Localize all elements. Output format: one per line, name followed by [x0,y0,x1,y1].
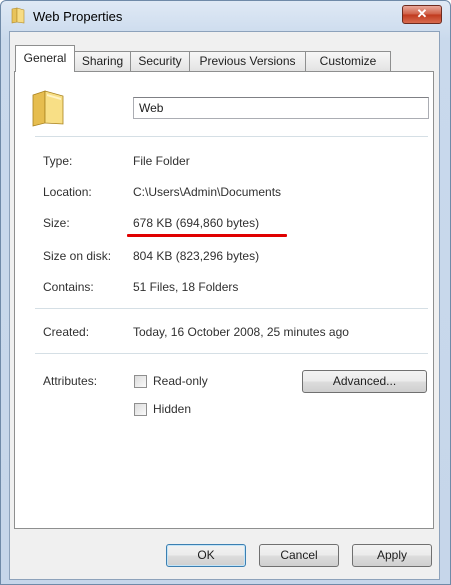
highlight-underline [127,234,287,237]
title-bar[interactable]: Web Properties ✕ [1,1,450,31]
separator [35,353,428,354]
size-on-disk-label: Size on disk: [43,249,112,263]
location-label: Location: [43,185,92,199]
close-icon: ✕ [416,6,428,21]
advanced-button[interactable]: Advanced... [302,370,427,393]
location-value: C:\Users\Admin\Documents [133,185,282,199]
folder-name-input[interactable]: Web [133,97,429,119]
readonly-label[interactable]: Read-only [153,374,208,388]
tab-sharing[interactable]: Sharing [74,51,131,71]
window-title: Web Properties [33,9,123,24]
separator [35,308,428,309]
folder-icon [32,90,64,127]
tab-security[interactable]: Security [130,51,190,71]
contains-value: 51 Files, 18 Folders [133,280,239,294]
contains-label: Contains: [43,280,94,294]
ok-button[interactable]: OK [166,544,246,567]
size-label: Size: [43,216,70,230]
attributes-label: Attributes: [43,374,98,388]
close-button[interactable]: ✕ [402,5,442,24]
type-value: File Folder [133,154,190,168]
type-label: Type: [43,154,73,168]
hidden-label[interactable]: Hidden [153,402,191,416]
hidden-checkbox[interactable] [134,403,147,416]
folder-icon [11,7,25,24]
separator [35,136,428,137]
properties-window: Web Properties ✕ General Sharing Securit… [0,0,451,585]
size-value: 678 KB (694,860 bytes) [133,216,260,230]
cancel-button[interactable]: Cancel [259,544,339,567]
apply-button[interactable]: Apply [352,544,432,567]
general-panel: Web Type: File Folder Location: C:\Users… [14,71,434,529]
tab-general[interactable]: General [15,45,75,72]
tab-previous-versions[interactable]: Previous Versions [189,51,306,71]
tab-customize[interactable]: Customize [305,51,391,71]
readonly-checkbox[interactable] [134,375,147,388]
size-on-disk-value: 804 KB (823,296 bytes) [133,249,260,263]
created-label: Created: [43,325,90,339]
created-value: Today, 16 October 2008, 25 minutes ago [133,325,349,339]
